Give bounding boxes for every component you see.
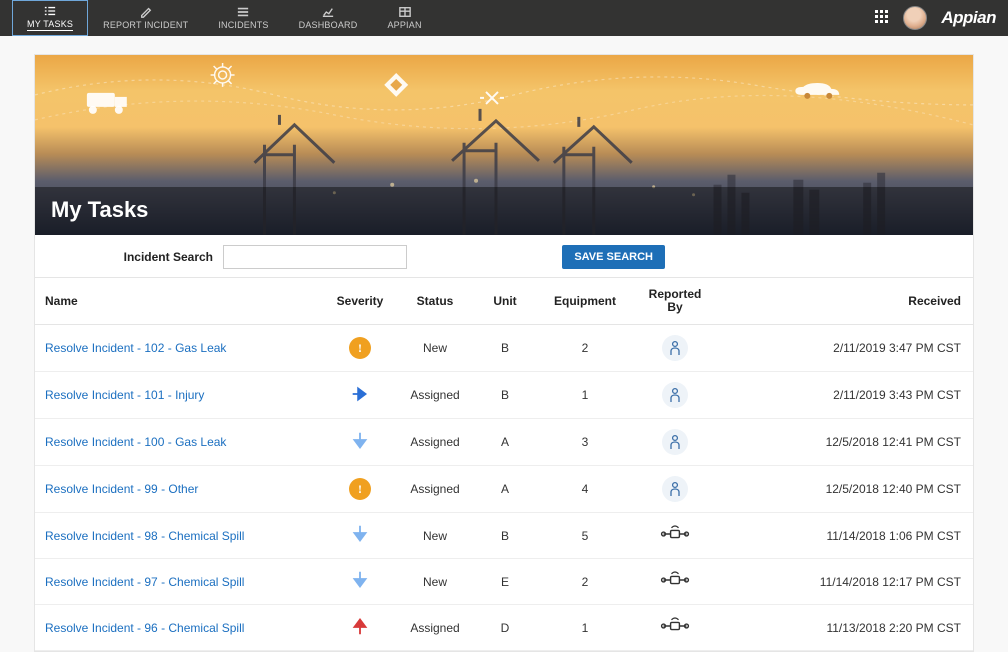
severity-right-arrow-icon xyxy=(349,383,371,405)
unit-cell: D xyxy=(475,605,535,651)
received-cell: 11/14/2018 1:06 PM CST xyxy=(715,513,973,559)
top-nav: MY TASKS REPORT INCIDENT INCIDENTS DASHBOAR… xyxy=(0,0,1008,36)
equipment-cell: 3 xyxy=(535,419,635,466)
status-cell: Assigned xyxy=(395,372,475,419)
nav-label: MY TASKS xyxy=(27,19,73,31)
equipment-cell: 5 xyxy=(535,513,635,559)
tasks-table: Name Severity Status Unit Equipment Repo… xyxy=(35,277,973,651)
status-cell: New xyxy=(395,325,475,372)
reported-by-person-icon xyxy=(662,335,688,361)
reported-by-sensor-icon xyxy=(660,617,690,635)
col-reported-by[interactable]: Reported By xyxy=(635,278,715,325)
window-icon xyxy=(398,6,412,20)
nav-item-incidents[interactable]: INCIDENTS xyxy=(203,0,283,36)
user-avatar[interactable] xyxy=(903,6,927,30)
severity-down-arrow-icon xyxy=(349,569,371,591)
col-name[interactable]: Name xyxy=(35,278,325,325)
list-icon xyxy=(236,6,250,20)
reported-by-sensor-icon xyxy=(660,525,690,543)
received-cell: 12/5/2018 12:41 PM CST xyxy=(715,419,973,466)
severity-high-icon: ! xyxy=(349,337,371,359)
nav-item-my-tasks[interactable]: MY TASKS xyxy=(12,0,88,36)
app-grid-icon[interactable] xyxy=(875,10,889,27)
reported-by-person-icon xyxy=(662,429,688,455)
unit-cell: B xyxy=(475,372,535,419)
reported-by-person-icon xyxy=(662,382,688,408)
equipment-cell: 4 xyxy=(535,466,635,513)
equipment-cell: 2 xyxy=(535,559,635,605)
received-cell: 11/13/2018 2:20 PM CST xyxy=(715,605,973,651)
received-cell: 11/14/2018 12:17 PM CST xyxy=(715,559,973,605)
table-row: Resolve Incident - 101 - Injury AssignedB… xyxy=(35,372,973,419)
equipment-cell: 1 xyxy=(535,372,635,419)
search-row: Incident Search SAVE SEARCH xyxy=(35,235,973,277)
received-cell: 12/5/2018 12:40 PM CST xyxy=(715,466,973,513)
status-cell: Assigned xyxy=(395,419,475,466)
status-cell: New xyxy=(395,513,475,559)
unit-cell: E xyxy=(475,559,535,605)
reported-by-person-icon xyxy=(662,476,688,502)
status-cell: Assigned xyxy=(395,605,475,651)
status-cell: Assigned xyxy=(395,466,475,513)
task-link[interactable]: Resolve Incident - 96 - Chemical Spill xyxy=(45,621,244,635)
nav-item-report-incident[interactable]: REPORT INCIDENT xyxy=(88,0,203,36)
unit-cell: A xyxy=(475,419,535,466)
col-received[interactable]: Received xyxy=(715,278,973,325)
received-cell: 2/11/2019 3:47 PM CST xyxy=(715,325,973,372)
status-cell: New xyxy=(395,559,475,605)
table-row: Resolve Incident - 96 - Chemical Spill As… xyxy=(35,605,973,651)
incident-search-input[interactable] xyxy=(223,245,407,269)
task-link[interactable]: Resolve Incident - 102 - Gas Leak xyxy=(45,341,226,355)
nav-label: APPIAN xyxy=(387,20,421,30)
brand-logo[interactable]: Appian xyxy=(941,8,996,28)
nav-item-appian[interactable]: APPIAN xyxy=(372,0,436,36)
table-row: Resolve Incident - 99 - Other! AssignedA4… xyxy=(35,466,973,513)
severity-up-arrow-icon xyxy=(349,615,371,637)
equipment-cell: 1 xyxy=(535,605,635,651)
unit-cell: A xyxy=(475,466,535,513)
table-row: Resolve Incident - 100 - Gas Leak Assigne… xyxy=(35,419,973,466)
task-link[interactable]: Resolve Incident - 100 - Gas Leak xyxy=(45,435,226,449)
col-severity[interactable]: Severity xyxy=(325,278,395,325)
task-link[interactable]: Resolve Incident - 99 - Other xyxy=(45,482,198,496)
table-row: Resolve Incident - 97 - Chemical Spill Ne… xyxy=(35,559,973,605)
save-search-button[interactable]: SAVE SEARCH xyxy=(562,245,665,269)
task-link[interactable]: Resolve Incident - 101 - Injury xyxy=(45,388,204,402)
nav-label: INCIDENTS xyxy=(218,20,268,30)
chart-icon xyxy=(321,6,335,20)
col-unit[interactable]: Unit xyxy=(475,278,535,325)
page-title: My Tasks xyxy=(35,187,973,235)
nav-label: DASHBOARD xyxy=(299,20,358,30)
page-card: My Tasks Incident Search SAVE SEARCH Nam… xyxy=(34,54,974,652)
nav-label: REPORT INCIDENT xyxy=(103,20,188,30)
reported-by-sensor-icon xyxy=(660,571,690,589)
search-label: Incident Search xyxy=(53,250,213,264)
col-equipment[interactable]: Equipment xyxy=(535,278,635,325)
severity-down-arrow-icon xyxy=(349,430,371,452)
received-cell: 2/11/2019 3:43 PM CST xyxy=(715,372,973,419)
unit-cell: B xyxy=(475,513,535,559)
pencil-icon xyxy=(139,6,153,20)
task-link[interactable]: Resolve Incident - 97 - Chemical Spill xyxy=(45,575,244,589)
task-link[interactable]: Resolve Incident - 98 - Chemical Spill xyxy=(45,529,244,543)
list-check-icon xyxy=(43,5,57,19)
unit-cell: B xyxy=(475,325,535,372)
table-row: Resolve Incident - 98 - Chemical Spill Ne… xyxy=(35,513,973,559)
equipment-cell: 2 xyxy=(535,325,635,372)
nav-item-dashboard[interactable]: DASHBOARD xyxy=(284,0,373,36)
severity-down-arrow-icon xyxy=(349,523,371,545)
hero-banner: My Tasks xyxy=(35,55,973,235)
col-status[interactable]: Status xyxy=(395,278,475,325)
severity-high-icon: ! xyxy=(349,478,371,500)
table-row: Resolve Incident - 102 - Gas Leak! NewB2 2… xyxy=(35,325,973,372)
